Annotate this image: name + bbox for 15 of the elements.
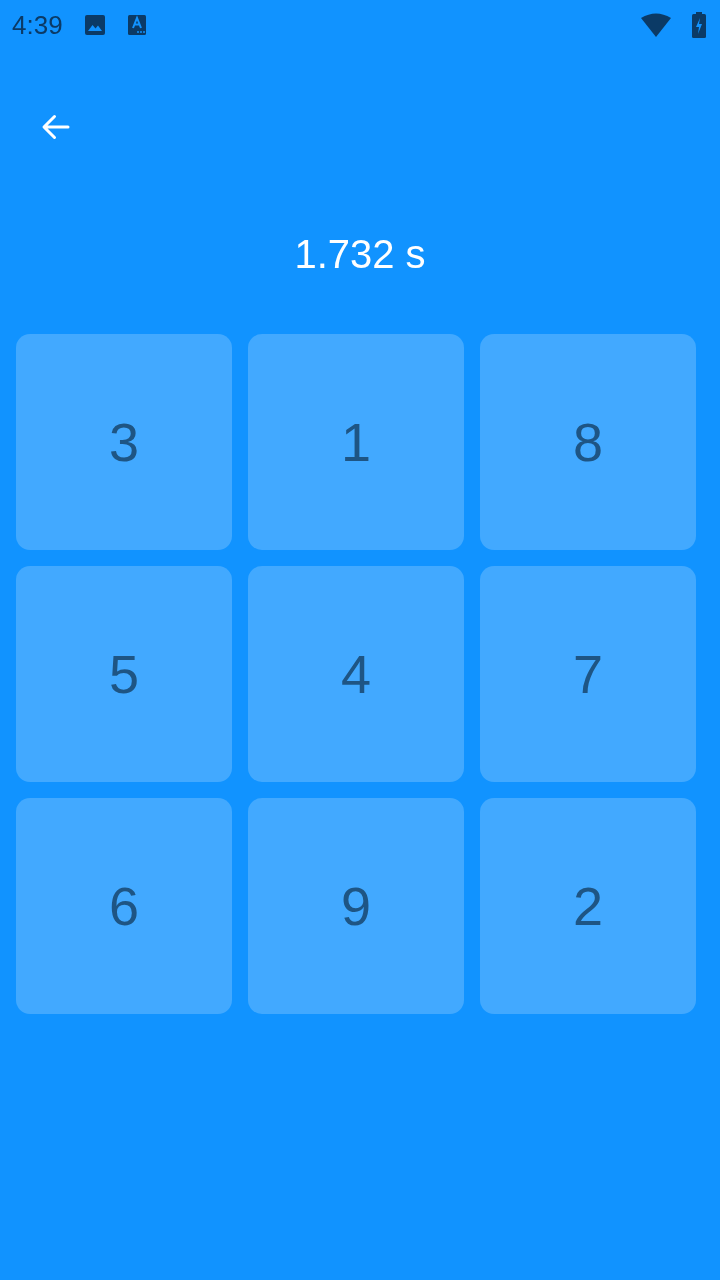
number-tile[interactable]: 1	[248, 334, 464, 550]
number-tile[interactable]: 9	[248, 798, 464, 1014]
wifi-icon	[640, 13, 672, 37]
number-tile[interactable]: 7	[480, 566, 696, 782]
number-tile[interactable]: 4	[248, 566, 464, 782]
number-tile[interactable]: 6	[16, 798, 232, 1014]
battery-icon	[692, 12, 706, 38]
timer-text: 1.732 s	[293, 231, 427, 278]
number-tile[interactable]: 3	[16, 334, 232, 550]
number-tile[interactable]: 5	[16, 566, 232, 782]
app-notification-icon	[126, 14, 147, 36]
number-tile[interactable]: 8	[480, 334, 696, 550]
number-tile[interactable]: 2	[480, 798, 696, 1014]
image-icon	[82, 13, 107, 37]
status-time: 4:39	[12, 9, 63, 41]
